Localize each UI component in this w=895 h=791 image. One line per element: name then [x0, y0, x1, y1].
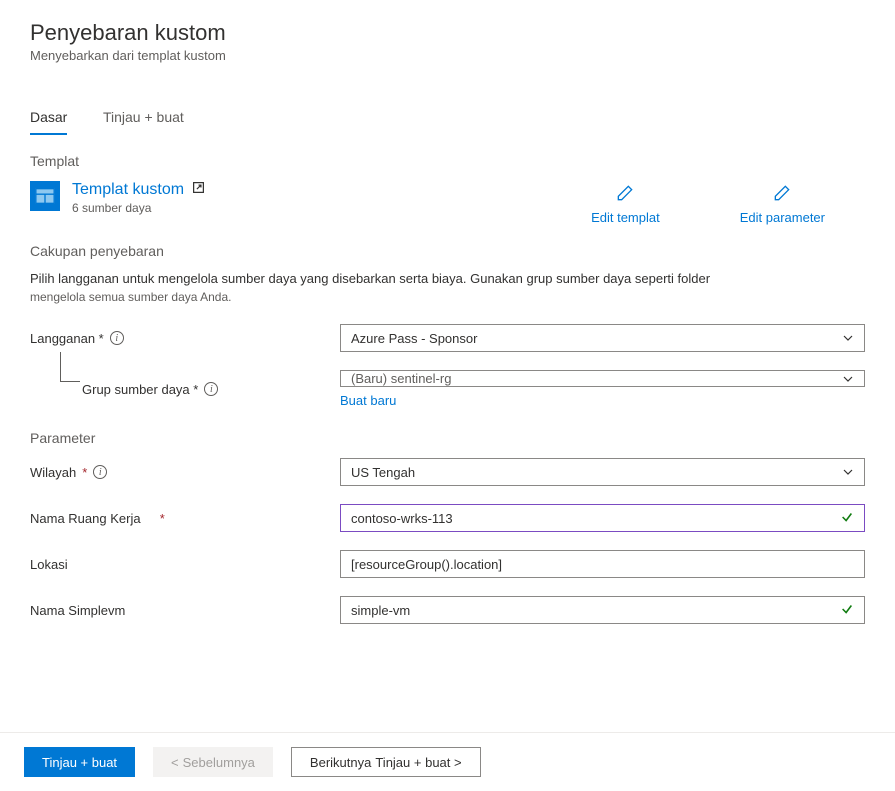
review-create-button[interactable]: Tinjau + buat — [24, 747, 135, 777]
info-icon[interactable]: i — [204, 382, 218, 396]
pencil-icon — [615, 183, 635, 206]
tab-review[interactable]: Tinjau + buat — [103, 101, 184, 133]
tree-connector — [60, 352, 80, 382]
edit-parameter-label: Edit parameter — [740, 210, 825, 225]
edit-parameter-button[interactable]: Edit parameter — [740, 183, 825, 225]
external-link-icon — [192, 181, 205, 199]
location-input[interactable] — [340, 550, 865, 578]
template-section-label: Templat — [30, 153, 865, 169]
chevron-down-icon — [842, 332, 854, 344]
check-icon — [840, 602, 854, 619]
region-label: Wilayah* i — [30, 465, 340, 480]
check-icon — [840, 510, 854, 527]
workspace-name-field[interactable] — [351, 511, 840, 526]
template-resource-count: 6 sumber daya — [72, 201, 205, 215]
resource-group-label: Grup sumber daya * i — [30, 382, 340, 397]
chevron-down-icon — [842, 466, 854, 478]
region-dropdown[interactable]: US Tengah — [340, 458, 865, 486]
workspace-name-label: Nama Ruang Kerja * — [30, 511, 340, 526]
info-icon[interactable]: i — [93, 465, 107, 479]
subscription-dropdown[interactable]: Azure Pass - Sponsor — [340, 324, 865, 352]
template-icon — [30, 181, 60, 211]
custom-template-link[interactable]: Templat kustom — [72, 181, 205, 199]
edit-template-label: Edit templat — [591, 210, 660, 225]
chevron-left-icon: < — [171, 755, 179, 770]
resource-group-dropdown[interactable]: (Baru) sentinel-rg — [340, 370, 865, 387]
footer-bar: Tinjau + buat < Sebelumnya BerikutnyaTin… — [0, 732, 895, 791]
page-subtitle: Menyebarkan dari templat kustom — [30, 48, 865, 63]
next-button[interactable]: BerikutnyaTinjau + buat > — [291, 747, 481, 777]
location-field[interactable] — [351, 557, 854, 572]
subscription-value: Azure Pass - Sponsor — [351, 331, 477, 346]
simplevm-field[interactable] — [351, 603, 840, 618]
previous-button: < Sebelumnya — [153, 747, 273, 777]
pencil-icon — [772, 183, 792, 206]
simplevm-input[interactable] — [340, 596, 865, 624]
info-icon[interactable]: i — [110, 331, 124, 345]
subscription-label: Langganan * i — [30, 331, 340, 346]
custom-template-title: Templat kustom — [72, 181, 184, 199]
scope-desc-2: mengelola semua sumber daya Anda. — [30, 290, 865, 304]
create-new-link[interactable]: Buat baru — [340, 393, 865, 408]
tab-basic[interactable]: Dasar — [30, 101, 67, 135]
parameter-section-label: Parameter — [30, 430, 865, 446]
scope-section-label: Cakupan penyebaran — [30, 243, 865, 259]
tabs: Dasar Tinjau + buat — [0, 101, 895, 135]
simplevm-label: Nama Simplevm — [30, 603, 340, 618]
workspace-name-input[interactable] — [340, 504, 865, 532]
scope-desc-1: Pilih langganan untuk mengelola sumber d… — [30, 271, 865, 286]
location-label: Lokasi — [30, 557, 340, 572]
page-title: Penyebaran kustom — [30, 20, 865, 46]
chevron-down-icon — [842, 373, 854, 385]
resource-group-value: (Baru) sentinel-rg — [351, 371, 451, 386]
edit-template-button[interactable]: Edit templat — [591, 183, 660, 225]
region-value: US Tengah — [351, 465, 415, 480]
